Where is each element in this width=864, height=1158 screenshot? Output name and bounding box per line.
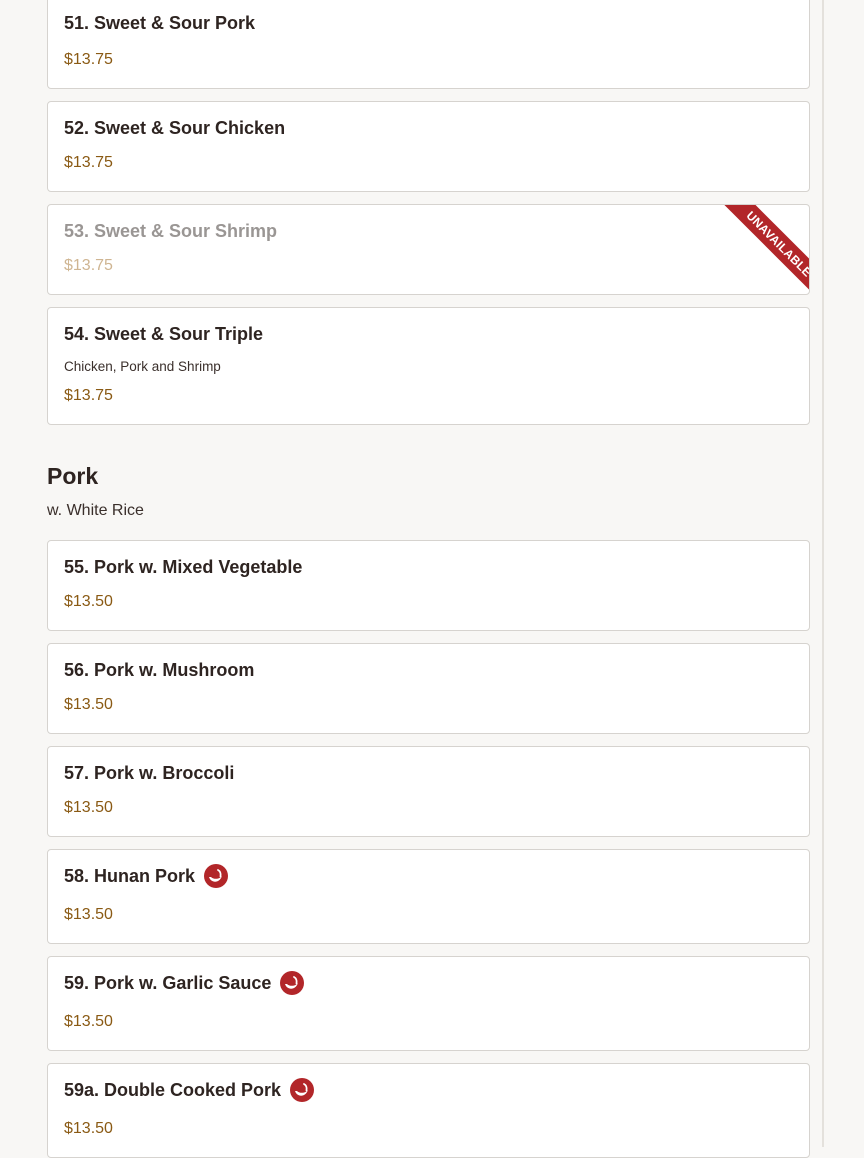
menu-item-card[interactable]: 52. Sweet & Sour Chicken $13.75 <box>47 101 810 192</box>
menu-item-name: 55. Pork w. Mixed Vegetable <box>64 557 303 577</box>
menu-item-card[interactable]: 51. Sweet & Sour Pork $13.75 <box>47 0 810 89</box>
menu-item-name: 51. Sweet & Sour Pork <box>64 13 256 33</box>
menu-item-price: $13.50 <box>64 799 113 816</box>
menu-item-price: $13.50 <box>64 593 113 610</box>
spicy-icon <box>290 1078 315 1102</box>
menu-item-name: 59a. Double Cooked Pork <box>64 1079 282 1100</box>
menu-item-card[interactable]: 59. Pork w. Garlic Sauce $13.50 <box>47 956 810 1051</box>
menu-item-price: $13.75 <box>64 154 113 171</box>
menu-item-card-unavailable[interactable]: 53. Sweet & Sour Shrimp $13.75 UNAVAILAB… <box>47 204 810 295</box>
menu-item-name: 53. Sweet & Sour Shrimp <box>64 221 278 241</box>
menu-item-name: 59. Pork w. Garlic Sauce <box>64 972 272 993</box>
menu-item-card[interactable]: 56. Pork w. Mushroom $13.50 <box>47 643 810 734</box>
menu-item-name-row: 59. Pork w. Garlic Sauce <box>64 971 305 995</box>
spicy-icon <box>280 971 305 995</box>
menu-item-card[interactable]: 59a. Double Cooked Pork $13.50 <box>47 1063 810 1158</box>
section-subtitle: w. White Rice <box>47 502 144 519</box>
menu-item-price: $13.50 <box>64 696 113 713</box>
menu-item-name-row: 58. Hunan Pork <box>64 864 229 888</box>
menu-item-name: 54. Sweet & Sour Triple <box>64 324 264 344</box>
menu-item-name: 56. Pork w. Mushroom <box>64 660 255 680</box>
unavailable-badge: UNAVAILABLE <box>721 205 809 294</box>
unavailable-ribbon: UNAVAILABLE <box>715 205 809 294</box>
menu-item-name: 52. Sweet & Sour Chicken <box>64 118 286 138</box>
spicy-icon <box>204 864 229 888</box>
menu-item-name-row: 59a. Double Cooked Pork <box>64 1078 315 1102</box>
menu-item-price: $13.75 <box>64 51 113 68</box>
page-right-border <box>822 0 824 1147</box>
menu-item-card[interactable]: 55. Pork w. Mixed Vegetable $13.50 <box>47 540 810 631</box>
menu-item-description: Chicken, Pork and Shrimp <box>64 359 221 374</box>
menu-item-price: $13.75 <box>64 257 113 274</box>
menu-item-card[interactable]: 58. Hunan Pork $13.50 <box>47 849 810 944</box>
menu-item-name: 58. Hunan Pork <box>64 865 196 886</box>
menu-item-price: $13.50 <box>64 1013 113 1030</box>
menu-item-card[interactable]: 54. Sweet & Sour Triple Chicken, Pork an… <box>47 307 810 425</box>
menu-item-price: $13.75 <box>64 387 113 404</box>
menu-item-card[interactable]: 57. Pork w. Broccoli $13.50 <box>47 746 810 837</box>
menu-item-name: 57. Pork w. Broccoli <box>64 763 235 783</box>
menu-item-price: $13.50 <box>64 1120 113 1137</box>
section-title: Pork <box>47 463 99 489</box>
menu-item-price: $13.50 <box>64 906 113 923</box>
